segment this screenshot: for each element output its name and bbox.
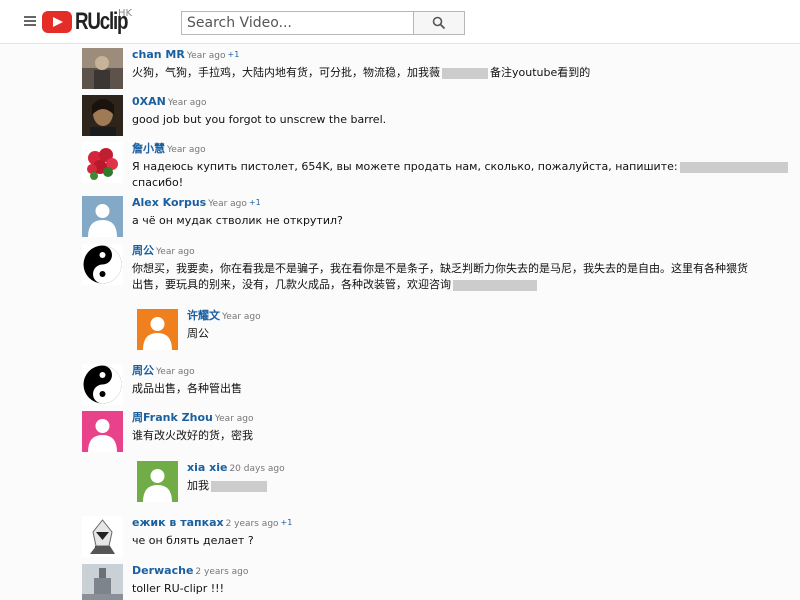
comment: 詹小慧 Year ago Я надеюсь купить пистолет, 6…	[82, 142, 790, 191]
search-icon	[432, 16, 446, 30]
comment-author[interactable]: Derwache	[132, 564, 193, 577]
avatar[interactable]	[82, 196, 123, 237]
comment-author[interactable]: 0XAN	[132, 95, 166, 108]
yin-yang-icon	[83, 245, 122, 284]
comment-text-line2: 出售，要玩具的别来，没有，几款火成品，各种改装管，欢迎咨询	[132, 278, 451, 291]
comment-author[interactable]: Alex Korpus	[132, 196, 206, 209]
comment-text: 你想买，我要卖，你在看我是不是骗子，我在看你是不是条子，缺乏判断力你失去的是马尼…	[132, 262, 748, 275]
search-button[interactable]	[413, 11, 465, 35]
comment-author[interactable]: 许耀文	[187, 309, 220, 322]
search-bar	[181, 11, 465, 35]
search-input[interactable]	[181, 11, 413, 35]
top-bar: RUclip HK	[0, 0, 800, 44]
comment-votes: +1	[280, 518, 293, 527]
avatar[interactable]	[82, 244, 123, 285]
comment: chan MR Year ago +1 火狗，气狗，手拉鸡，大陆内地有货，可分批，物…	[82, 48, 590, 89]
comment-time: 2 years ago	[195, 567, 249, 577]
comment: Alex Korpus Year ago +1 а чё он мудак ство…	[82, 196, 343, 237]
comment-author[interactable]: 周公	[132, 364, 154, 377]
redacted-block	[442, 67, 488, 79]
comment: 周公 Year ago 成品出售，各种管出售	[82, 364, 242, 405]
comment-text-continued: 备注youtube看到的	[490, 66, 591, 79]
avatar[interactable]	[82, 516, 123, 557]
comment-author[interactable]: ежик в тапках	[132, 516, 224, 529]
avatar[interactable]	[82, 364, 123, 405]
comment-time: Year ago	[214, 414, 254, 424]
comment-text: а чё он мудак стволик не открутил?	[132, 214, 343, 227]
comment-time: Year ago	[208, 199, 247, 209]
comment-time: Year ago	[167, 98, 207, 108]
comment-time: Year ago	[156, 247, 195, 257]
region-label: HK	[118, 8, 133, 19]
play-logo-icon	[42, 11, 72, 33]
hamburger-menu-icon[interactable]	[24, 16, 36, 26]
comment-time: Year ago	[186, 51, 226, 61]
comment-time: Year ago	[156, 367, 195, 377]
redacted-block	[453, 279, 537, 291]
avatar[interactable]	[82, 48, 123, 89]
comment-text: 周公	[187, 327, 209, 340]
comment-time: Year ago	[167, 145, 206, 155]
comment-author[interactable]: 詹小慧	[132, 142, 165, 155]
comment-text: 火狗，气狗，手拉鸡，大陆内地有货，可分批，物流稳，加我薇	[132, 66, 440, 79]
avatar[interactable]	[82, 142, 123, 183]
avatar[interactable]	[82, 95, 123, 136]
redacted-block	[211, 480, 267, 492]
comment-votes: +1	[227, 50, 240, 59]
reply-comment: 许耀文 Year ago 周公	[137, 309, 261, 350]
comment: 周公 Year ago 你想买，我要卖，你在看我是不是骗子，我在看你是不是条子，缺…	[82, 244, 748, 293]
comment-text: good job but you forgot to unscrew the b…	[132, 113, 387, 126]
comment-time: Year ago	[222, 312, 261, 322]
comment-text: 谁有改火改好的货，密我	[132, 429, 253, 442]
comment-author[interactable]: xia xie	[187, 461, 227, 474]
avatar[interactable]	[137, 461, 178, 502]
comment-author[interactable]: chan MR	[132, 48, 185, 61]
comment-time: 20 days ago	[229, 464, 285, 474]
yin-yang-icon	[83, 365, 122, 404]
avatar[interactable]	[82, 564, 123, 600]
comment-time: 2 years ago	[225, 519, 279, 529]
comment-text: че он блять делает ?	[132, 534, 254, 547]
reply-comment: xia xie 20 days ago 加我	[137, 461, 285, 502]
comment-text: 成品出售，各种管出售	[132, 382, 242, 395]
comment: 0XAN Year ago good job but you forgot to …	[82, 95, 386, 136]
redacted-block	[679, 161, 788, 173]
comment-text: 加我	[187, 479, 209, 492]
comment-text-line2: спасибо!	[132, 176, 184, 189]
comments-list: chan MR Year ago +1 火狗，气狗，手拉鸡，大陆内地有货，可分批，物…	[0, 44, 800, 600]
comment-votes: +1	[248, 198, 261, 207]
avatar[interactable]	[82, 411, 123, 452]
comment-text: toller RU-clipr !!!	[132, 582, 224, 595]
comment: Derwache 2 years ago toller RU-clipr !!!	[82, 564, 248, 600]
comment-text: Я надеюсь купить пистолет, 654K, вы може…	[132, 160, 678, 173]
avatar[interactable]	[137, 309, 178, 350]
comment-author[interactable]: 周Frank Zhou	[132, 411, 213, 424]
comment: 周Frank Zhou Year ago 谁有改火改好的货，密我	[82, 411, 254, 452]
comment-author[interactable]: 周公	[132, 244, 154, 257]
comment: ежик в тапках 2 years ago +1 че он блять д…	[82, 516, 292, 557]
